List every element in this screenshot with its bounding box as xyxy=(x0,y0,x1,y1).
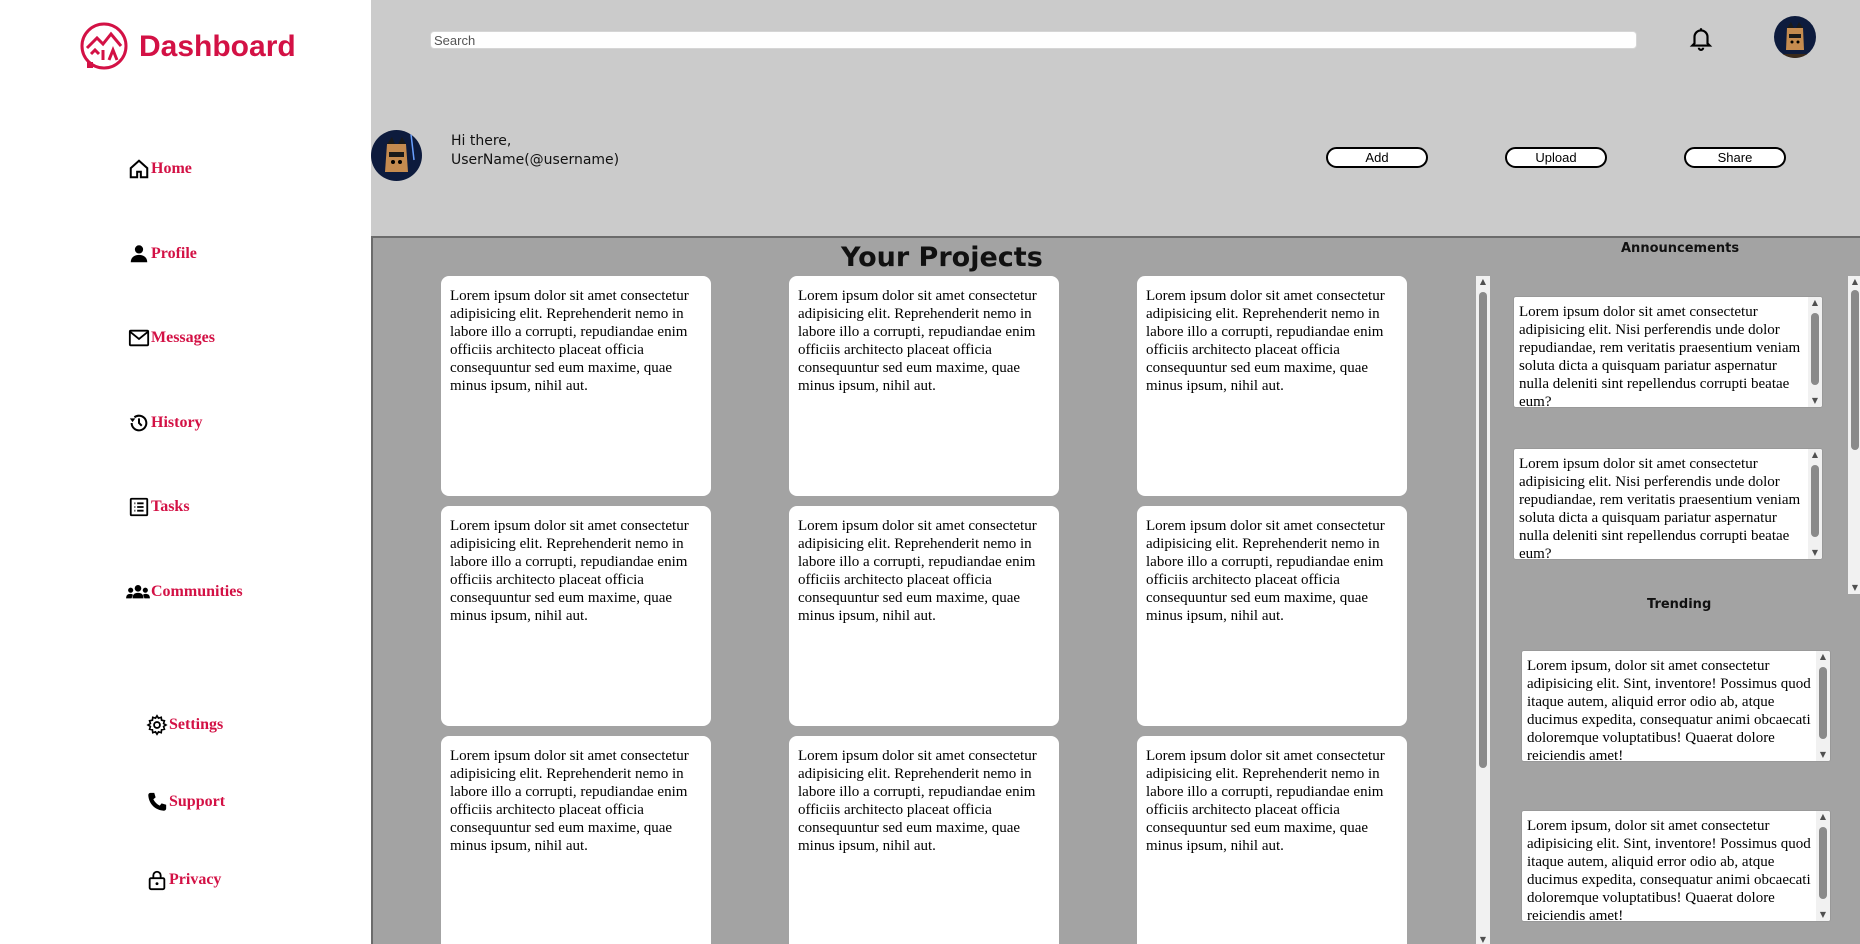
scroll-up-arrow[interactable]: ▲ xyxy=(1816,651,1830,663)
sidebar-item-support[interactable]: Support xyxy=(146,791,225,813)
trending-scrollbar[interactable]: ▲ ▼ xyxy=(1816,651,1830,761)
sidebar: Dashboard Home Profile Messages History … xyxy=(0,0,371,944)
trending-item[interactable]: Lorem ipsum, dolor sit amet consectetur … xyxy=(1521,650,1831,762)
trending-text: Lorem ipsum, dolor sit amet consectetur … xyxy=(1527,658,1811,762)
person-icon xyxy=(130,245,148,263)
sidebar-item-privacy[interactable]: Privacy xyxy=(146,869,221,891)
sidebar-item-label: History xyxy=(151,414,203,431)
announcement-item[interactable]: Lorem ipsum dolor sit amet consectetur a… xyxy=(1513,296,1823,408)
scroll-up-arrow[interactable]: ▲ xyxy=(1476,276,1490,288)
upload-button[interactable]: Upload xyxy=(1505,147,1607,168)
scroll-down-arrow[interactable]: ▼ xyxy=(1816,909,1830,921)
scroll-down-arrow[interactable]: ▼ xyxy=(1476,934,1490,944)
sidebar-item-label: Tasks xyxy=(151,498,190,515)
project-card[interactable]: Lorem ipsum dolor sit amet consectetur a… xyxy=(789,506,1059,726)
announcements-heading: Announcements xyxy=(1621,241,1740,256)
avatar[interactable] xyxy=(1774,16,1816,58)
sidebar-item-settings[interactable]: Settings xyxy=(146,714,223,736)
sidebar-item-label: Profile xyxy=(151,245,197,262)
scroll-up-arrow[interactable]: ▲ xyxy=(1808,449,1822,461)
sidebar-item-history[interactable]: History xyxy=(128,412,203,434)
project-card[interactable]: Lorem ipsum dolor sit amet consectetur a… xyxy=(1137,276,1407,496)
scrollbar-thumb[interactable] xyxy=(1819,827,1827,899)
project-card[interactable]: Lorem ipsum dolor sit amet consectetur a… xyxy=(1137,506,1407,726)
project-card[interactable]: Lorem ipsum dolor sit amet consectetur a… xyxy=(789,276,1059,496)
announcements-panel-scrollbar[interactable]: ▲ ▼ xyxy=(1848,276,1860,594)
projects-scrollbar[interactable]: ▲ ▼ xyxy=(1476,276,1490,944)
dashboard-title: Dashboard xyxy=(139,30,296,63)
sidebar-item-home[interactable]: Home xyxy=(128,158,192,180)
trending-item[interactable]: Lorem ipsum, dolor sit amet consectetur … xyxy=(1521,810,1831,922)
history-icon xyxy=(129,414,148,432)
project-card[interactable]: Lorem ipsum dolor sit amet consectetur a… xyxy=(1137,736,1407,944)
project-card[interactable]: Lorem ipsum dolor sit amet consectetur a… xyxy=(441,506,711,726)
sidebar-item-label: Messages xyxy=(151,329,215,346)
bell-icon[interactable] xyxy=(1688,25,1714,51)
announcement-scrollbar[interactable]: ▲ ▼ xyxy=(1808,297,1822,407)
announcement-item[interactable]: Lorem ipsum dolor sit amet consectetur a… xyxy=(1513,448,1823,560)
sidebar-item-label: Support xyxy=(169,793,226,810)
trending-heading: Trending xyxy=(1647,597,1712,612)
mail-icon xyxy=(128,329,150,347)
announcement-text: Lorem ipsum dolor sit amet consectetur a… xyxy=(1519,304,1801,408)
aia-logo-icon xyxy=(80,22,128,70)
avatar-image xyxy=(1774,16,1816,58)
scroll-down-arrow[interactable]: ▼ xyxy=(1808,547,1822,559)
sidebar-item-label: Settings xyxy=(169,716,224,733)
scroll-down-arrow[interactable]: ▼ xyxy=(1848,582,1860,594)
sidebar-item-communities[interactable]: Communities xyxy=(126,581,243,603)
scroll-down-arrow[interactable]: ▼ xyxy=(1816,749,1830,761)
scrollbar-thumb[interactable] xyxy=(1479,292,1487,768)
sidebar-item-messages[interactable]: Messages xyxy=(128,327,215,349)
gear-icon xyxy=(146,714,168,736)
sidebar-item-label: Communities xyxy=(151,583,243,600)
announcement-scrollbar[interactable]: ▲ ▼ xyxy=(1808,449,1822,559)
sidebar-item-tasks[interactable]: Tasks xyxy=(128,496,190,518)
scrollbar-thumb[interactable] xyxy=(1851,290,1859,450)
scrollbar-thumb[interactable] xyxy=(1811,313,1819,385)
project-card[interactable]: Lorem ipsum dolor sit amet consectetur a… xyxy=(441,276,711,496)
group-icon xyxy=(126,585,150,599)
lock-icon xyxy=(148,870,166,891)
add-button[interactable]: Add xyxy=(1326,147,1428,168)
greeting-block: Hi there, UserName(@username) xyxy=(451,132,619,170)
avatar-image xyxy=(371,130,422,181)
greeting-text: Hi there, xyxy=(451,133,512,149)
scrollbar-thumb[interactable] xyxy=(1811,465,1819,537)
scroll-up-arrow[interactable]: ▲ xyxy=(1816,811,1830,823)
trending-text: Lorem ipsum, dolor sit amet consectetur … xyxy=(1527,818,1811,922)
share-button[interactable]: Share xyxy=(1684,147,1786,168)
scroll-up-arrow[interactable]: ▲ xyxy=(1848,276,1860,288)
brand-logo[interactable]: Dashboard xyxy=(79,20,296,72)
scroll-up-arrow[interactable]: ▲ xyxy=(1808,297,1822,309)
tasks-icon xyxy=(129,497,149,517)
sidebar-item-label: Home xyxy=(151,160,192,177)
user-avatar xyxy=(371,130,422,181)
main-content: Your Projects Lorem ipsum dolor sit amet… xyxy=(371,236,1860,944)
scroll-down-arrow[interactable]: ▼ xyxy=(1808,395,1822,407)
top-header: Hi there, UserName(@username) Add Upload… xyxy=(371,0,1860,236)
announcement-text: Lorem ipsum dolor sit amet consectetur a… xyxy=(1519,456,1801,560)
phone-icon xyxy=(148,792,167,811)
search-input[interactable] xyxy=(430,31,1637,49)
trending-scrollbar[interactable]: ▲ ▼ xyxy=(1816,811,1830,921)
sidebar-item-profile[interactable]: Profile xyxy=(128,243,197,265)
projects-heading: Your Projects xyxy=(841,242,1043,273)
username-text: UserName(@username) xyxy=(451,152,620,168)
home-icon xyxy=(129,159,149,179)
scrollbar-thumb[interactable] xyxy=(1819,667,1827,739)
sidebar-item-label: Privacy xyxy=(169,871,222,888)
project-card[interactable]: Lorem ipsum dolor sit amet consectetur a… xyxy=(789,736,1059,944)
project-card[interactable]: Lorem ipsum dolor sit amet consectetur a… xyxy=(441,736,711,944)
